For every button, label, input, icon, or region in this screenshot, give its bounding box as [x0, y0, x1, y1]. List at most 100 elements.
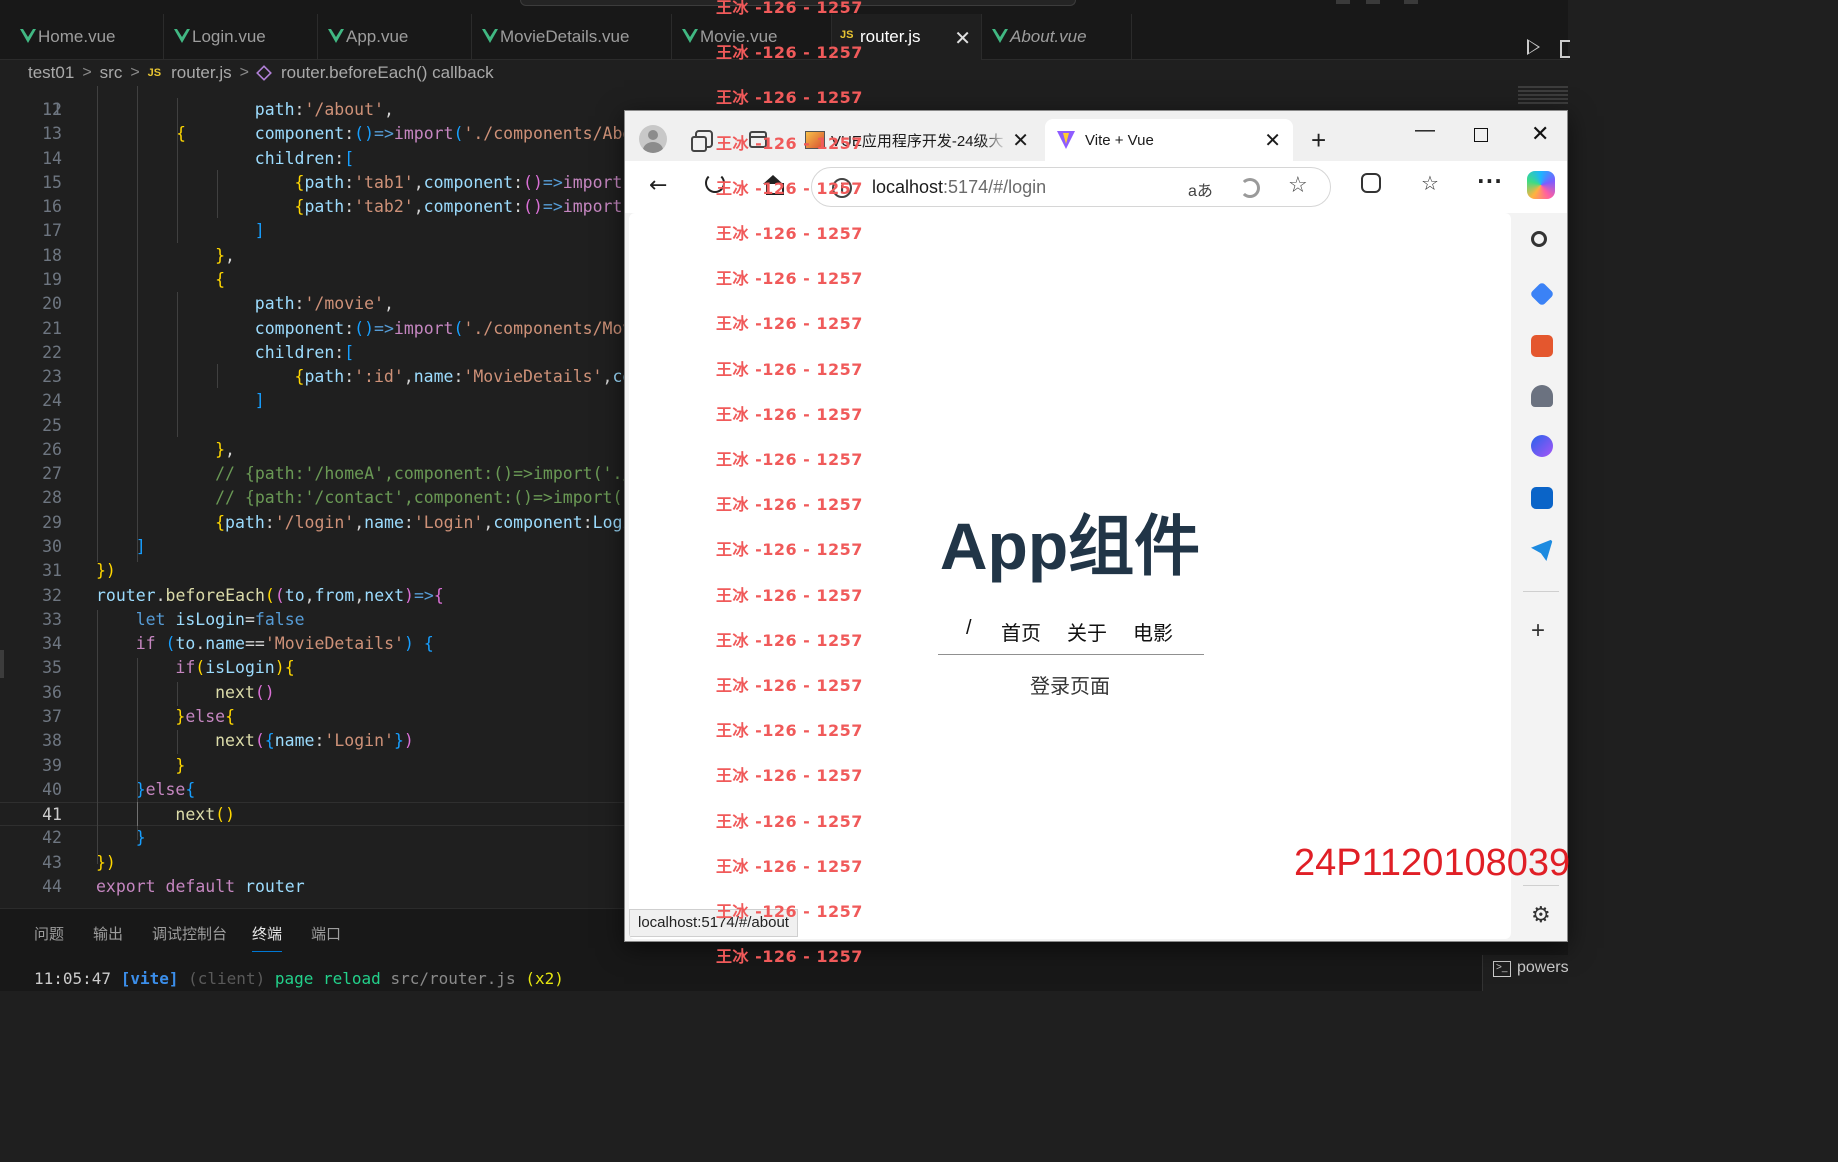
- line-number: 13: [42, 124, 62, 144]
- panel-tab-terminal[interactable]: 终端: [252, 923, 283, 952]
- editor-tab-label: MovieDetails.vue: [500, 27, 630, 46]
- app-nav: / 首页 关于 电影: [938, 615, 1204, 655]
- nav-link-root[interactable]: /: [966, 617, 972, 640]
- browser-tab-active[interactable]: Vite + Vue ✕: [1045, 119, 1293, 161]
- code-line: 41 next(): [0, 802, 640, 827]
- indent-guide: [177, 730, 178, 754]
- toolbox-icon[interactable]: [1531, 335, 1553, 357]
- workspaces-icon[interactable]: [691, 130, 713, 152]
- vue-file-icon: [682, 29, 698, 43]
- code-line: 29 {path:'/login',name:'Login',component:…: [0, 511, 640, 535]
- indent-guide: [177, 292, 178, 437]
- code-text: children:[: [254, 342, 355, 362]
- line-number: 15: [42, 172, 62, 192]
- tag-icon[interactable]: [1529, 281, 1555, 307]
- editor-tab-label: Login.vue: [192, 27, 266, 46]
- send-icon[interactable]: [1531, 539, 1553, 561]
- code-line: 16 {path:'tab2',component:()=>import('./c: [0, 195, 640, 219]
- watermark-text: 王冰 -126 - 1257: [716, 811, 863, 831]
- favorite-star-icon[interactable]: ☆: [1288, 173, 1308, 198]
- new-tab-icon[interactable]: +: [1311, 125, 1326, 156]
- panel-tab-ports[interactable]: 端口: [311, 923, 341, 944]
- close-window-icon[interactable]: ✕: [1531, 121, 1549, 147]
- panel-tab-output[interactable]: 输出: [93, 923, 123, 944]
- code-line: 31}): [0, 559, 640, 583]
- breadcrumb-folder[interactable]: test01: [28, 63, 74, 83]
- layout-toggle-icon[interactable]: [1404, 0, 1418, 4]
- terminal-vite-tag: [vite]: [120, 969, 179, 988]
- breadcrumb-folder[interactable]: src: [100, 63, 123, 83]
- gear-icon[interactable]: ⚙: [1531, 903, 1551, 928]
- more-menu-icon[interactable]: ···: [1477, 169, 1503, 193]
- nav-link-about[interactable]: 关于: [1067, 617, 1107, 646]
- panel-tab-debug-console[interactable]: 调试控制台: [152, 923, 227, 944]
- breadcrumb-file[interactable]: router.js: [171, 63, 231, 83]
- breadcrumb-symbol[interactable]: router.beforeEach() callback: [281, 63, 494, 83]
- run-icon[interactable]: [1527, 39, 1540, 55]
- games-icon[interactable]: [1531, 385, 1553, 407]
- terminal-count: (x2): [525, 969, 564, 988]
- browser-sidebar: + ⚙: [1511, 213, 1567, 941]
- indent-guide: [177, 682, 178, 706]
- address-bar[interactable]: i localhost:5174/#/login aあ ☆: [811, 167, 1331, 207]
- minimize-icon[interactable]: —: [1415, 119, 1435, 142]
- nav-link-home[interactable]: 首页: [1001, 617, 1041, 646]
- line-number: 31: [42, 561, 62, 581]
- indent-guide: [97, 86, 98, 562]
- line-number: 43: [42, 852, 62, 872]
- panel-tab-problems[interactable]: 问题: [34, 923, 64, 944]
- sidebar-divider: [1523, 591, 1559, 592]
- code-line: 38 next({name:'Login'}): [0, 729, 640, 753]
- m365-icon[interactable]: [1531, 435, 1553, 457]
- code-line: 22 children:[: [0, 341, 640, 365]
- code-line: 19 {: [0, 268, 640, 292]
- line-number: 21: [42, 318, 62, 338]
- search-icon[interactable]: [1531, 231, 1547, 247]
- line-number: 14: [42, 148, 62, 168]
- terminal-instance-tab[interactable]: >_ powers: [1482, 955, 1569, 991]
- close-tab-icon[interactable]: ✕: [954, 26, 971, 51]
- watermark-text: 王冰 -126 - 1257: [716, 721, 863, 741]
- code-text: {path:'/login',name:'Login',component:Lo…: [215, 512, 640, 532]
- watermark-text: 王冰 -126 - 1257: [716, 947, 863, 967]
- close-tab-icon[interactable]: ✕: [1012, 128, 1029, 153]
- browser-essentials-icon[interactable]: [1240, 178, 1260, 198]
- nav-link-movie[interactable]: 电影: [1133, 617, 1173, 646]
- vue-file-icon: [992, 29, 1008, 43]
- editor-tab[interactable]: MovieDetails.vue: [472, 14, 672, 60]
- code-text: router.beforeEach((to,from,next)=>{: [96, 585, 444, 605]
- minimap[interactable]: [1518, 86, 1568, 106]
- line-number: 40: [42, 779, 62, 799]
- watermark-text: 王冰 -126 - 1257: [716, 495, 863, 515]
- editor-tab[interactable]: Home.vue: [10, 14, 164, 60]
- line-number: 39: [42, 755, 62, 775]
- layout-toggle-icon[interactable]: [1336, 0, 1350, 4]
- code-line: 20 path:'/movie',: [0, 292, 640, 316]
- editor-tab[interactable]: App.vue: [318, 14, 472, 60]
- layout-toggle-icon[interactable]: [1366, 0, 1380, 4]
- editor-tab[interactable]: Login.vue: [164, 14, 318, 60]
- line-number: 23: [42, 367, 62, 387]
- read-aloud-icon[interactable]: aあ: [1188, 177, 1213, 201]
- profile-avatar-icon[interactable]: [639, 125, 667, 153]
- outlook-icon[interactable]: [1531, 487, 1553, 509]
- watermark-text: 王冰 -126 - 1257: [716, 585, 863, 605]
- close-tab-icon[interactable]: ✕: [1264, 128, 1281, 153]
- add-sidebar-app-icon[interactable]: +: [1531, 617, 1545, 645]
- editor-tab[interactable]: About.vue: [982, 14, 1132, 60]
- copilot-icon[interactable]: [1527, 171, 1555, 199]
- watermark-text: 王冰 -126 - 1257: [716, 133, 863, 153]
- code-text: // {path:'/contact',component:()=>import…: [215, 488, 640, 508]
- code-editor[interactable]: 11 { 12 path:'/about', 13 component:()=>imp…: [0, 86, 640, 908]
- scroll-marker: [0, 650, 4, 678]
- split-editor-icon[interactable]: [1560, 40, 1570, 58]
- indent-guide: [217, 364, 218, 388]
- extensions-icon[interactable]: [1361, 173, 1381, 193]
- favorites-icon[interactable]: ☆: [1421, 171, 1439, 195]
- line-number: 18: [42, 245, 62, 265]
- line-number: 25: [42, 415, 62, 435]
- back-arrow-icon[interactable]: ←: [649, 173, 667, 198]
- code-line: 11 {: [0, 86, 640, 143]
- url-text[interactable]: localhost:5174/#/login: [872, 177, 1046, 198]
- maximize-icon[interactable]: [1474, 128, 1488, 142]
